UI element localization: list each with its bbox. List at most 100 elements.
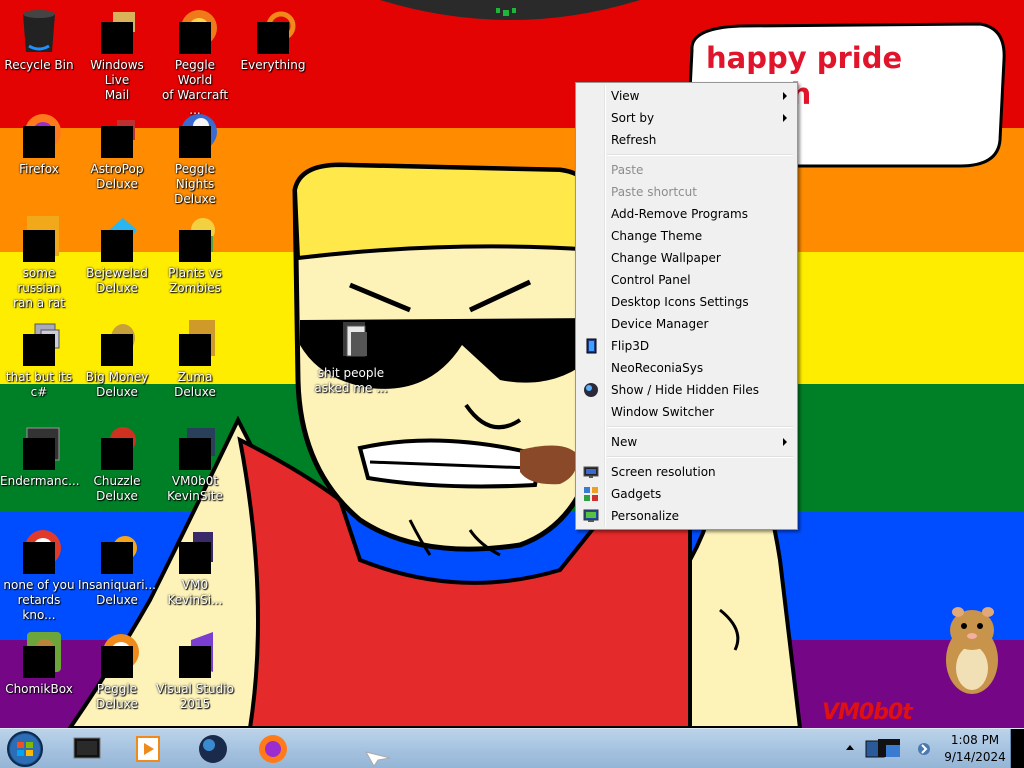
desktop-icon-folder[interactable]: shit people asked me ...: [312, 316, 390, 396]
plants-vs-zombies-icon: [171, 216, 219, 262]
taskbar-firefox[interactable]: [244, 731, 304, 767]
menu-separator: [607, 154, 793, 156]
volume-icon[interactable]: [916, 741, 934, 759]
firefox-icon: [259, 735, 287, 763]
media-player-icon: [136, 736, 160, 762]
peggle-nights-icon: [171, 112, 219, 158]
shortcut-icon: [15, 320, 63, 366]
desktop-icon-astropop[interactable]: AstroPop Deluxe: [78, 112, 156, 192]
mouse-cursor-icon: [364, 751, 391, 767]
desktop-context-menu: View Sort by Refresh Paste Paste shortcu…: [575, 82, 798, 530]
desktop-icon-none-of-you[interactable]: none of you retards kno...: [0, 528, 78, 623]
desktop-icon-chomikbox[interactable]: ChomikBox: [0, 632, 78, 697]
desktop-icon-endermanc[interactable]: Endermanc...: [0, 424, 80, 489]
console-app-icon: [15, 424, 63, 470]
firefox-icon: [15, 112, 63, 158]
menu-item-window-switcher[interactable]: Window Switcher: [578, 401, 795, 423]
desktop-icon-that-but-csharp[interactable]: that but its c#: [0, 320, 78, 400]
desktop-icon-label: shit people asked me ...: [314, 366, 388, 395]
menu-item-change-wallpaper[interactable]: Change Wallpaper: [578, 247, 795, 269]
monitor-icon: [583, 466, 599, 478]
show-desktop-button[interactable]: [1010, 729, 1024, 768]
desktop-icon-label: ChomikBox: [5, 682, 73, 696]
desktop-icon-windows-live-mail[interactable]: Windows Live Mail: [78, 8, 156, 103]
menu-item-neoreconiasys[interactable]: NeoReconiaSys: [578, 357, 795, 379]
menu-item-paste[interactable]: Paste: [578, 159, 795, 181]
desktop-icon-visual-studio[interactable]: Visual Studio 2015: [156, 632, 234, 712]
menu-item-device-manager[interactable]: Device Manager: [578, 313, 795, 335]
desktop-icon-bejeweled[interactable]: Bejeweled Deluxe: [78, 216, 156, 296]
desktop-icon-zuma[interactable]: Zuma Deluxe: [156, 320, 234, 400]
desktop-icon-chuzzle[interactable]: Chuzzle Deluxe: [78, 424, 156, 504]
cmd-window-icon: [73, 737, 101, 759]
desktop-icon-label: Recycle Bin: [4, 58, 74, 72]
desktop-icon-peggle-nights[interactable]: Peggle Nights Deluxe: [156, 112, 234, 207]
zuma-icon: [171, 320, 219, 366]
menu-item-label: Screen resolution: [611, 465, 716, 479]
menu-item-label: Gadgets: [611, 487, 662, 501]
desktop-icon-insaniquarium[interactable]: Insaniquari... Deluxe: [78, 528, 156, 608]
system-tray: [840, 729, 942, 768]
desktop-icon-label: none of you retards kno...: [3, 578, 75, 622]
menu-item-label: Personalize: [611, 509, 680, 523]
desktop-icon-vm0-kevinsite[interactable]: VM0 KevinSi...: [156, 528, 234, 608]
desktop-icon-firefox[interactable]: Firefox: [0, 112, 78, 177]
menu-item-label: Window Switcher: [611, 405, 715, 419]
windows-orb-icon: [7, 731, 43, 767]
network-monitor-icon[interactable]: [864, 735, 914, 763]
menu-item-control-panel[interactable]: Control Panel: [578, 269, 795, 291]
start-button[interactable]: [4, 730, 46, 768]
desktop-icon-label: VM0 KevinSi...: [167, 578, 223, 607]
peggle-deluxe-icon: [93, 632, 141, 678]
menu-item-flip3d[interactable]: Flip3D: [578, 335, 795, 357]
menu-item-desktop-icons-settings[interactable]: Desktop Icons Settings: [578, 291, 795, 313]
flip3d-icon: [586, 338, 597, 354]
recycle-bin-icon: [15, 8, 63, 52]
taskbar-cmd-window[interactable]: [58, 731, 118, 767]
taskbar-browser-globe[interactable]: [184, 731, 244, 767]
menu-item-label: View: [611, 89, 640, 103]
taskbar-clock[interactable]: 1:08 PM 9/14/2024: [942, 729, 1008, 768]
menu-item-label: NeoReconiaSys: [611, 361, 704, 375]
desktop-icon-big-money[interactable]: Big Money Deluxe: [78, 320, 156, 400]
desktop-icon-peggle-wow[interactable]: Peggle World of Warcraft ...: [156, 8, 234, 118]
astropop-icon: [93, 112, 141, 158]
menu-item-add-remove-programs[interactable]: Add-Remove Programs: [578, 203, 795, 225]
desktop-icon-russian-rat[interactable]: some russian ran a rat: [0, 216, 78, 311]
menu-item-refresh[interactable]: Refresh: [578, 129, 795, 151]
menu-item-label: Refresh: [611, 133, 657, 147]
desktop-icon-label: Plants vs Zombies: [168, 266, 222, 295]
menu-item-label: Desktop Icons Settings: [611, 295, 749, 309]
menu-item-paste-shortcut[interactable]: Paste shortcut: [578, 181, 795, 203]
menu-item-sort-by[interactable]: Sort by: [578, 107, 795, 129]
menu-item-label: Flip3D: [611, 339, 650, 353]
submenu-arrow-icon: [783, 114, 787, 122]
desktop-icon-everything[interactable]: Everything: [234, 8, 312, 73]
menu-item-label: Control Panel: [611, 273, 691, 287]
desktop-icon-label: Windows Live Mail: [90, 58, 144, 102]
taskbar-media-player[interactable]: [120, 731, 180, 767]
menu-item-show-hide-hidden-files[interactable]: Show / Hide Hidden Files: [578, 379, 795, 401]
show-hidden-icons-icon[interactable]: [846, 745, 854, 750]
menu-item-new[interactable]: New: [578, 431, 795, 453]
menu-item-label: Show / Hide Hidden Files: [611, 383, 759, 397]
hamster-image: [946, 607, 998, 694]
menu-item-label: Paste shortcut: [611, 185, 697, 199]
menu-item-screen-resolution[interactable]: Screen resolution: [578, 461, 795, 483]
taskbar: 1:08 PM 9/14/2024: [0, 728, 1024, 768]
desktop-icon-recycle-bin[interactable]: Recycle Bin: [0, 8, 78, 73]
desktop-icon-label: AstroPop Deluxe: [90, 162, 144, 191]
submenu-arrow-icon: [783, 92, 787, 100]
desktop-icon-label: Big Money Deluxe: [85, 370, 149, 399]
menu-item-view[interactable]: View: [578, 85, 795, 107]
menu-item-change-theme[interactable]: Change Theme: [578, 225, 795, 247]
menu-item-label: Change Theme: [611, 229, 703, 243]
menu-item-gadgets[interactable]: Gadgets: [578, 483, 795, 505]
desktop-icon-plants-vs-zombies[interactable]: Plants vs Zombies: [156, 216, 234, 296]
peggle-wow-icon: [171, 8, 219, 54]
desktop-icon-vm0b0t-kevinsite[interactable]: VM0b0t KevinSite: [156, 424, 234, 504]
desktop-icon-label: Bejeweled Deluxe: [86, 266, 148, 295]
desktop-icon-peggle-deluxe[interactable]: Peggle Deluxe: [78, 632, 156, 712]
visual-studio-project-icon: [171, 528, 219, 574]
menu-item-personalize[interactable]: Personalize: [578, 505, 795, 527]
